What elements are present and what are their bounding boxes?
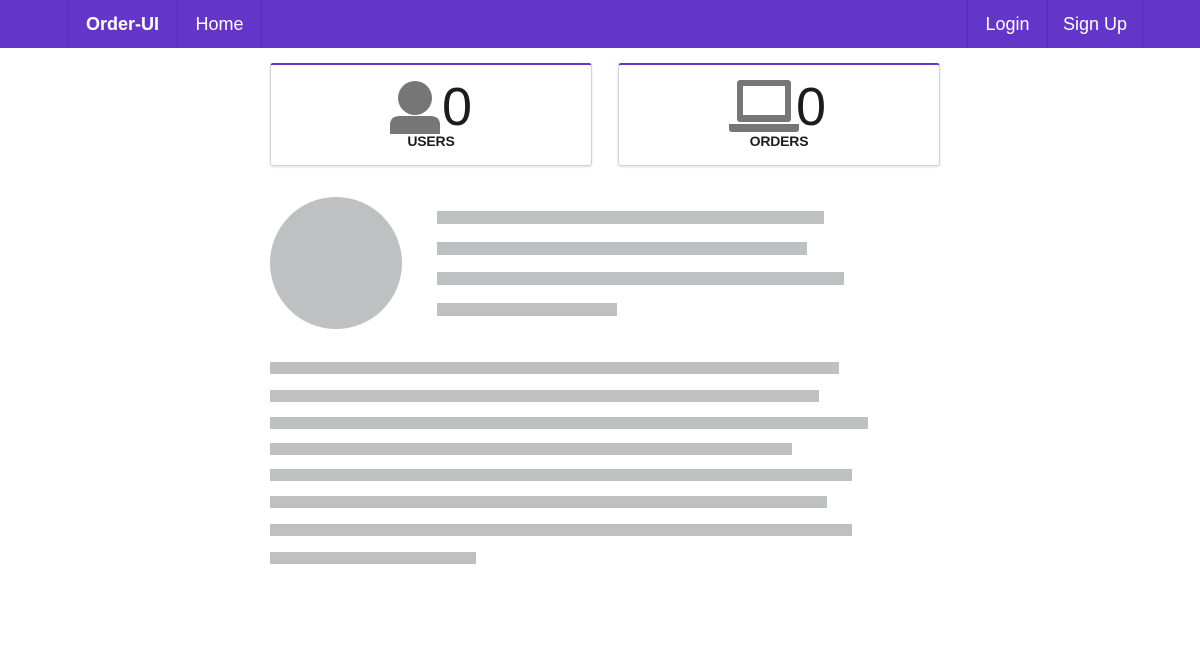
placeholder-paragraph-line: [270, 469, 852, 481]
placeholder-paragraph-line: [270, 390, 819, 402]
placeholder-header-line: [437, 242, 807, 255]
placeholder-header-line: [437, 272, 844, 285]
nav-home-link[interactable]: Home: [177, 0, 262, 48]
placeholder-avatar: [270, 197, 402, 329]
orders-stat-card: 0 ORDERS: [618, 63, 940, 166]
laptop-icon: [729, 80, 799, 132]
brand-link[interactable]: Order-UI: [67, 0, 177, 48]
placeholder-paragraph-line: [270, 552, 476, 564]
user-icon: [390, 81, 440, 134]
nav-login-link[interactable]: Login: [967, 0, 1047, 48]
orders-label: ORDERS: [749, 133, 809, 149]
orders-count: 0: [796, 77, 827, 137]
users-stat-card: 0 USERS: [270, 63, 592, 166]
users-label: USERS: [407, 133, 455, 149]
nav-signup-link[interactable]: Sign Up: [1047, 0, 1143, 48]
placeholder-header-line: [437, 303, 617, 316]
users-count: 0: [442, 77, 473, 137]
placeholder-paragraph-line: [270, 362, 839, 374]
placeholder-paragraph-line: [270, 417, 868, 429]
placeholder-header-line: [437, 211, 824, 224]
placeholder-paragraph-line: [270, 496, 827, 508]
placeholder-paragraph-line: [270, 443, 792, 455]
top-navbar: Order-UI Home Login Sign Up: [0, 0, 1200, 48]
placeholder-paragraph-line: [270, 524, 852, 536]
